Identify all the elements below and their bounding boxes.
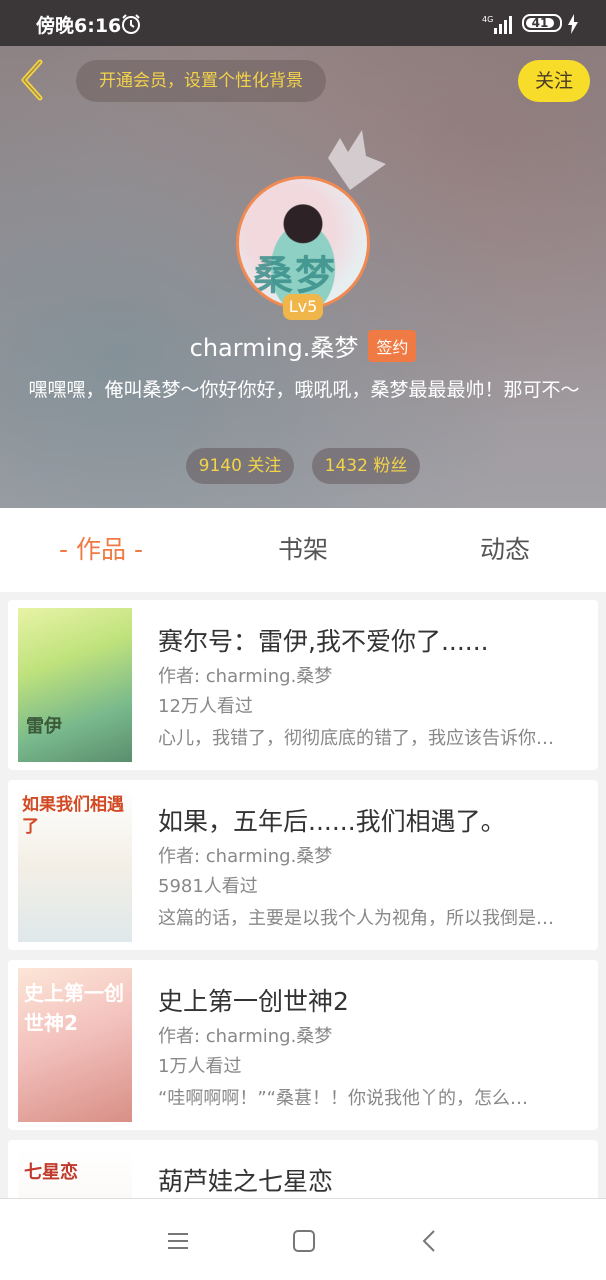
alarm-icon <box>122 14 140 34</box>
cover-title: 七星恋 <box>24 1162 78 1183</box>
book-author: 作者: charming.桑梦 <box>158 1026 333 1047</box>
book-item[interactable]: 如果我们相遇了 如果，五年后......我们相遇了。 作者: charming.… <box>8 780 598 950</box>
profile-header: 傍晚6:16 4G 41 开通会员，设置个性化背景 关注 桑梦 Lv5 char… <box>0 0 606 508</box>
book-item[interactable]: 雷伊 赛尔号：雷伊,我不爱你了...... 作者: charming.桑梦 12… <box>8 600 598 770</box>
system-nav-bar <box>0 1198 606 1280</box>
signal-icon: 4G <box>482 15 512 34</box>
tab-works[interactable]: - 作品 - <box>0 508 202 592</box>
followers-count[interactable]: 1432 粉丝 <box>312 448 420 484</box>
book-cover: 史上第一创世神2 <box>18 968 132 1122</box>
tab-activity[interactable]: 动态 <box>404 508 606 592</box>
vip-background-button[interactable]: 开通会员，设置个性化背景 <box>76 60 326 102</box>
book-cover: 如果我们相遇了 <box>18 788 132 942</box>
cover-title: 如果我们相遇了 <box>22 795 124 837</box>
book-title: 赛尔号：雷伊,我不爱你了...... <box>158 627 489 656</box>
battery-level: 41 <box>526 17 554 29</box>
avatar[interactable]: 桑梦 <box>236 176 370 310</box>
level-badge: Lv5 <box>283 294 323 320</box>
book-views: 1万人看过 <box>158 1056 242 1077</box>
book-description: 这篇的话，主要是以我个人为视角，所以我倒是… <box>158 908 554 929</box>
cover-title: 史上第一创世神2 <box>24 981 124 1035</box>
menu-icon[interactable] <box>164 1227 192 1255</box>
network-label: 4G <box>482 15 493 24</box>
status-bar: 傍晚6:16 4G 41 <box>0 0 606 46</box>
tab-bookshelf[interactable]: 书架 <box>202 508 404 592</box>
book-author: 作者: charming.桑梦 <box>158 666 333 687</box>
book-views: 12万人看过 <box>158 696 253 717</box>
book-author: 作者: charming.桑梦 <box>158 846 333 867</box>
cover-title: 雷伊 <box>26 716 62 737</box>
profile-tabs: - 作品 - 书架 动态 <box>0 508 606 592</box>
book-description: “哇啊啊啊！”“桑葚！！你说我他丫的，怎么… <box>158 1088 528 1109</box>
book-description: 心儿，我错了，彻彻底底的错了，我应该告诉你的… <box>158 728 568 749</box>
following-count[interactable]: 9140 关注 <box>186 448 294 484</box>
charging-icon <box>568 14 578 34</box>
user-bio: 嘿嘿嘿，俺叫桑梦～你好你好，哦吼吼，桑梦最最最帅！那可不～ <box>28 379 580 401</box>
back-button[interactable] <box>16 58 48 102</box>
book-title: 如果，五年后......我们相遇了。 <box>158 807 506 836</box>
back-icon[interactable] <box>416 1227 444 1255</box>
book-title: 史上第一创世神2 <box>158 987 349 1016</box>
book-title: 葫芦娃之七星恋 <box>158 1167 334 1196</box>
signed-badge: 签约 <box>368 329 417 362</box>
book-views: 5981人看过 <box>158 876 258 897</box>
book-item[interactable]: 史上第一创世神2 史上第一创世神2 作者: charming.桑梦 1万人看过 … <box>8 960 598 1130</box>
battery-icon: 41 <box>522 14 562 32</box>
username-row: charming.桑梦 签约 <box>0 328 606 363</box>
book-cover: 雷伊 <box>18 608 132 762</box>
status-time: 傍晚6:16 <box>36 15 122 37</box>
username: charming.桑梦 <box>189 334 359 362</box>
home-icon[interactable] <box>290 1227 318 1255</box>
avatar-text: 桑梦 <box>253 253 337 299</box>
follow-button[interactable]: 关注 <box>518 60 590 102</box>
